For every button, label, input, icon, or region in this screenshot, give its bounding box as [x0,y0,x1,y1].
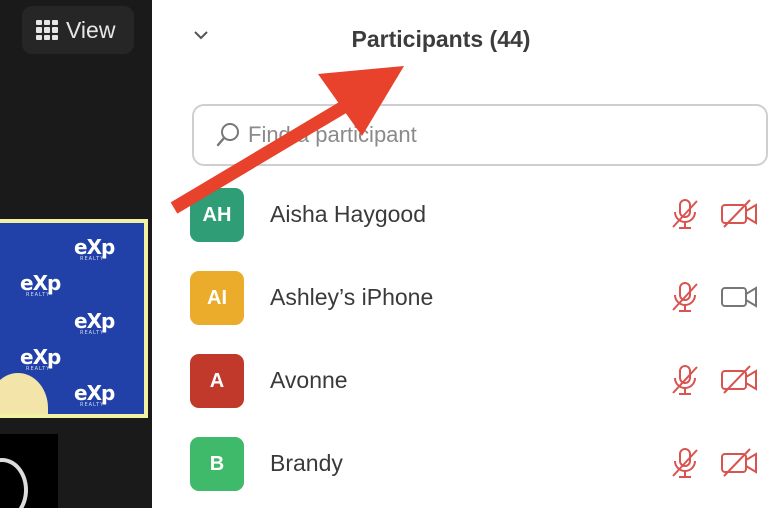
participant-list: AH Aisha Haygood AI Ashley’s iPhone A Avonne B… [190,188,770,520]
avatar: AI [190,271,244,325]
video-camera-icon[interactable] [720,282,758,312]
participant-video-person [0,373,48,414]
participant-video-tile-dark[interactable] [0,434,58,508]
exp-logo: eXp REALTY [74,235,115,262]
avatar: AH [190,188,244,242]
search-icon [216,123,239,147]
view-button-label: View [66,16,116,43]
participant-name: Aisha Haygood [270,201,426,227]
microphone-muted-icon[interactable] [668,280,702,314]
exp-logo: eXp REALTY [20,345,61,372]
microphone-muted-icon[interactable] [668,446,702,480]
avatar: B [190,437,244,491]
video-shape [0,458,28,508]
avatar: A [190,354,244,408]
view-button[interactable]: View [22,6,134,54]
panel-title: Participants (44) [351,26,531,52]
participant-row[interactable]: AH Aisha Haygood [190,188,770,271]
exp-logo: eXp REALTY [20,271,61,298]
participant-name: Avonne [270,367,348,393]
video-area: View eXp REALTY eXp REALTY eXp REALTY eXp RE… [0,0,152,508]
participant-name: Brandy [270,450,343,476]
video-off-icon[interactable] [720,365,758,395]
exp-logo: eXp REALTY [74,381,115,408]
microphone-muted-icon[interactable] [668,363,702,397]
participant-name: Ashley’s iPhone [270,284,434,310]
grid-icon [36,20,58,40]
microphone-muted-icon[interactable] [668,197,702,231]
video-off-icon[interactable] [720,199,758,229]
participant-video-tile[interactable]: eXp REALTY eXp REALTY eXp REALTY eXp REALTY … [0,219,148,418]
participant-row[interactable]: AI Ashley’s iPhone [190,271,770,354]
exp-logo: eXp REALTY [74,309,115,336]
search-input[interactable] [246,121,766,149]
participants-panel: Participants (44) AH Aisha Haygood AI Ashle… [152,0,772,508]
search-box[interactable] [192,104,768,166]
participant-row[interactable]: A Avonne [190,354,770,437]
video-off-icon[interactable] [720,448,758,478]
